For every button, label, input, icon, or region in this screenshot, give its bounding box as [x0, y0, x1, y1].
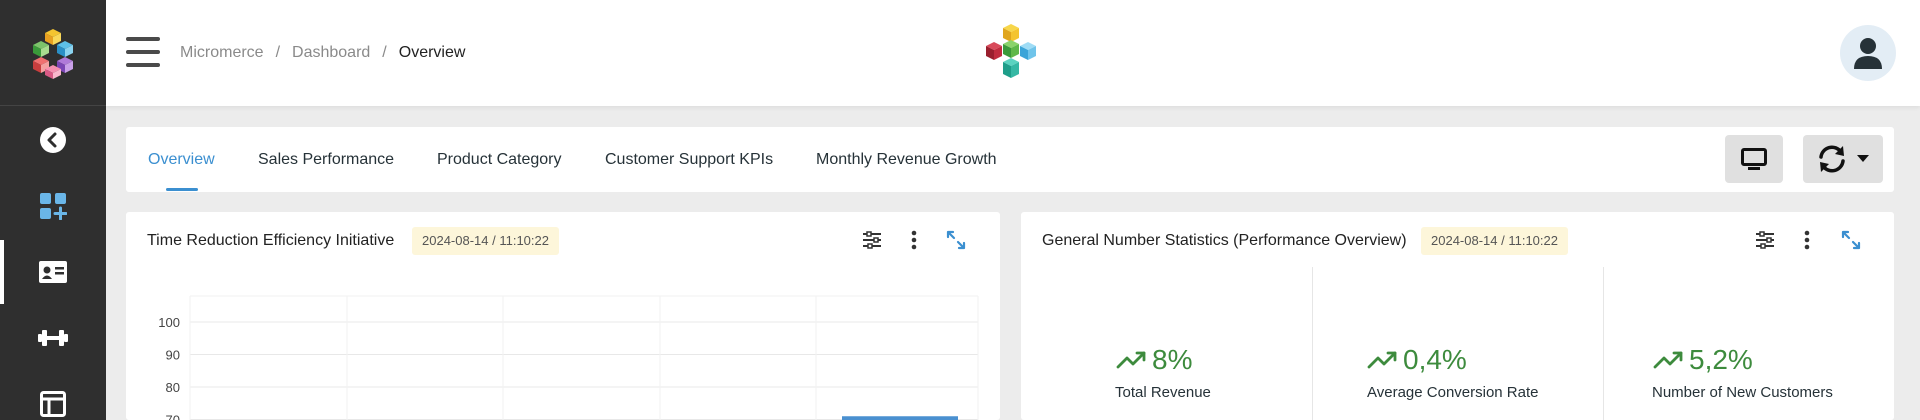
user-avatar[interactable]	[1840, 25, 1896, 81]
y-tick-label: 80	[166, 380, 180, 395]
brand-logo-icon	[33, 28, 73, 79]
statistics-card: General Number Statistics (Performance O…	[1021, 212, 1894, 420]
brand-logo[interactable]	[0, 0, 106, 106]
monitor-icon	[1741, 148, 1767, 170]
stat-divider	[1312, 267, 1313, 420]
display-mode-button[interactable]	[1725, 135, 1783, 183]
filter-settings-button[interactable]	[1753, 228, 1777, 252]
stat-total-revenue-value: 8%	[1116, 344, 1192, 376]
user-icon	[1854, 38, 1882, 69]
breadcrumb-current: Overview	[398, 44, 466, 61]
breadcrumb: Micromerce / Dashboard / Overview	[180, 44, 465, 62]
sliders-icon	[1756, 231, 1774, 249]
chart-bars	[842, 416, 958, 420]
trend-up-icon	[1116, 351, 1146, 369]
expand-card-button[interactable]	[1839, 228, 1863, 252]
sidebar-item-add-widget[interactable]	[0, 174, 106, 238]
stat-new-customers-value: 5,2%	[1653, 344, 1753, 376]
breadcrumb-separator: /	[275, 44, 281, 61]
hamburger-line	[126, 50, 160, 54]
kebab-menu-icon	[1804, 230, 1810, 250]
chart-y-axis: 100 90 80 70	[158, 315, 180, 420]
stat-conversion-rate-value: 0,4%	[1367, 344, 1467, 376]
expand-arrows-icon	[1841, 230, 1861, 250]
chart-grid	[189, 295, 979, 420]
breadcrumb-item[interactable]: Micromerce	[180, 44, 264, 62]
sidebar-item-layout[interactable]	[0, 372, 106, 420]
top-header: Micromerce / Dashboard / Overview	[106, 0, 1920, 106]
hamburger-line	[126, 63, 160, 67]
caret-down-icon	[1857, 155, 1869, 162]
tab-customer-support-kpis[interactable]: Customer Support KPIs	[605, 151, 773, 169]
tab-sales-performance[interactable]: Sales Performance	[258, 151, 394, 169]
id-card-icon	[39, 261, 67, 283]
refresh-icon	[1819, 145, 1845, 173]
stat-value-text: 0,4%	[1403, 344, 1467, 375]
trend-up-icon	[1653, 351, 1683, 369]
stat-label: Average Conversion Rate	[1367, 384, 1539, 401]
dumbbell-icon	[38, 330, 68, 346]
refresh-dropdown-button[interactable]	[1803, 135, 1883, 183]
stat-value-text: 8%	[1152, 344, 1193, 375]
chart-card: Time Reduction Efficiency Initiative 202…	[126, 212, 1000, 420]
hamburger-line	[126, 37, 160, 41]
y-tick-label: 90	[166, 348, 180, 363]
trend-up-icon	[1367, 351, 1397, 369]
card-title: General Number Statistics (Performance O…	[1042, 232, 1407, 249]
sidebar-item-fitness[interactable]	[0, 306, 106, 370]
menu-toggle-button[interactable]	[126, 37, 160, 67]
back-arrow-icon	[40, 127, 66, 153]
sidebar-item-contacts[interactable]	[0, 240, 106, 304]
tab-overview[interactable]: Overview	[148, 151, 215, 169]
layout-icon	[40, 391, 66, 417]
timestamp-badge: 2024-08-14 / 11:10:22	[1421, 227, 1568, 255]
y-tick-label: 70	[166, 413, 180, 420]
center-cube-logo[interactable]	[982, 22, 1040, 84]
active-tab-indicator	[166, 188, 198, 191]
stat-divider	[1603, 267, 1604, 420]
y-tick-label: 100	[158, 315, 180, 330]
tab-monthly-revenue-growth[interactable]: Monthly Revenue Growth	[816, 151, 997, 169]
stat-value-text: 5,2%	[1689, 344, 1753, 375]
chart-bar[interactable]	[842, 416, 958, 420]
sidebar	[0, 0, 106, 420]
breadcrumb-separator: /	[382, 44, 387, 61]
dashboard-tabs-bar: Overview Sales Performance Product Categ…	[126, 127, 1894, 192]
stat-label: Number of New Customers	[1652, 384, 1833, 401]
more-options-button[interactable]	[1795, 228, 1819, 252]
tab-product-category[interactable]: Product Category	[437, 151, 562, 169]
add-widget-icon	[40, 193, 67, 220]
efficiency-bar-chart: 100 90 80 70	[158, 295, 979, 420]
breadcrumb-item[interactable]: Dashboard	[292, 44, 370, 62]
sidebar-item-back[interactable]	[0, 108, 106, 172]
stat-label: Total Revenue	[1115, 384, 1211, 401]
